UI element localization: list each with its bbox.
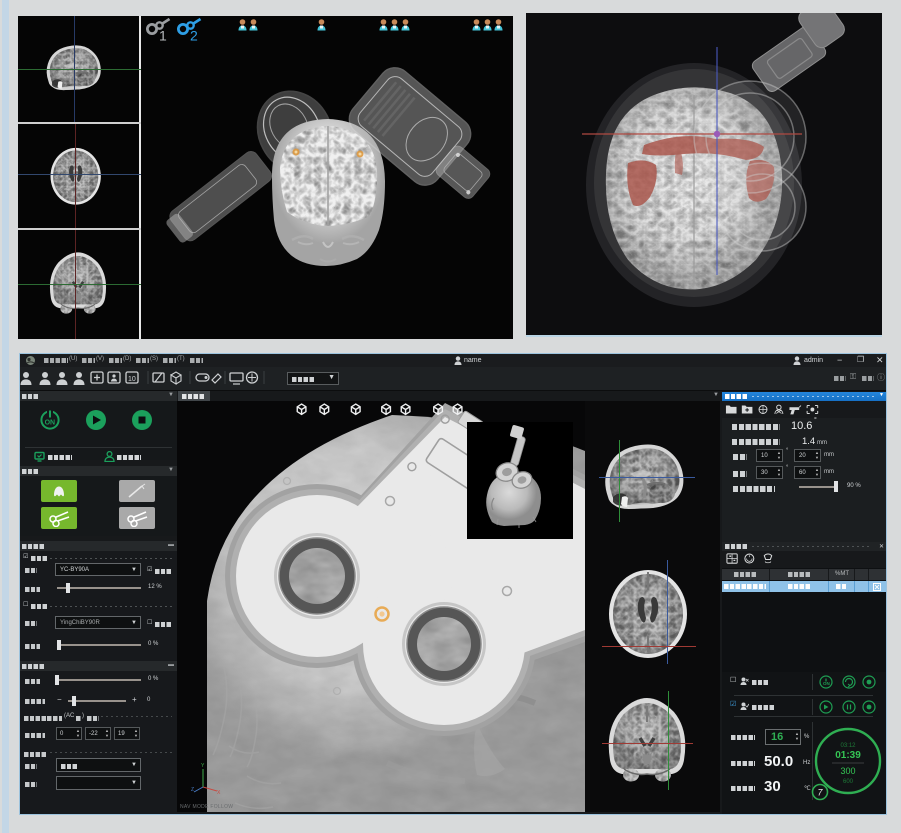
svg-text:03:12: 03:12: [840, 743, 856, 749]
svg-text:1: 1: [159, 28, 167, 44]
svg-text:600: 600: [843, 779, 854, 785]
svg-text:10: 10: [128, 376, 136, 383]
svg-text:Y: Y: [201, 763, 205, 769]
svg-text:ON: ON: [45, 420, 56, 427]
svg-text:X: X: [217, 790, 221, 795]
svg-text:300: 300: [840, 766, 855, 776]
svg-text:Z: Z: [191, 787, 194, 793]
svg-text:2: 2: [190, 28, 198, 44]
svg-text:ON: ON: [823, 681, 830, 686]
svg-text:01:39: 01:39: [835, 750, 861, 761]
